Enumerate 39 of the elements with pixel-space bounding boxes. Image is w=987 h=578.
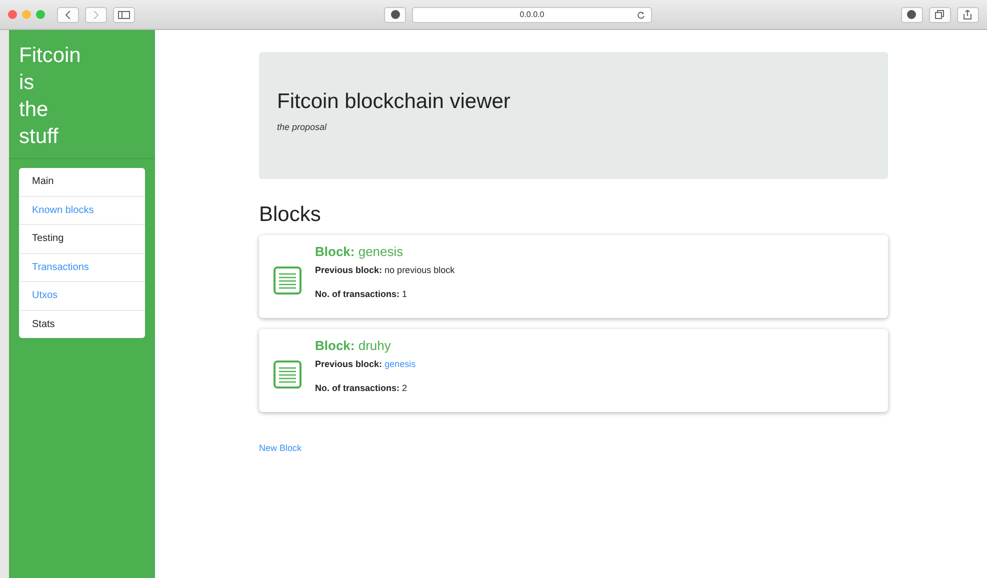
privacy-button[interactable] — [384, 6, 406, 22]
new-block-link[interactable]: New Block — [259, 443, 302, 453]
section-heading: Blocks — [259, 203, 322, 227]
tabs-icon — [935, 10, 944, 19]
previous-block-label: Previous block: — [315, 265, 382, 275]
block-title: Block: genesis — [315, 244, 404, 259]
nav-item[interactable]: Known blocks — [19, 196, 145, 224]
previous-block-value: no previous block — [384, 265, 455, 275]
nav-item[interactable]: Transactions — [19, 252, 145, 281]
document-icon — [273, 266, 302, 295]
reload-icon[interactable] — [636, 10, 645, 18]
share-icon — [963, 10, 972, 20]
back-button[interactable] — [57, 6, 79, 22]
site-title: stuff — [19, 124, 60, 150]
page-subtitle: the proposal — [277, 122, 328, 132]
document-icon — [273, 360, 302, 389]
nav-item[interactable]: Stats — [19, 310, 145, 338]
sidebar-icon — [118, 10, 130, 18]
chevron-right-icon — [93, 10, 99, 18]
block-title: Block: druhy — [315, 338, 392, 353]
share-button[interactable] — [956, 6, 979, 22]
nav-item[interactable]: Main — [19, 168, 145, 196]
site-title: the — [19, 97, 50, 123]
site-title: Fitcoin — [19, 43, 82, 69]
tabs-button[interactable] — [928, 6, 951, 22]
chevron-left-icon — [65, 10, 71, 18]
sidebar-button[interactable] — [113, 6, 135, 22]
transactions-label: No. of transactions: — [315, 383, 400, 393]
page-title: Fitcoin blockchain viewer — [277, 90, 512, 114]
nav-item[interactable]: Testing — [19, 224, 145, 252]
previous-block-link[interactable]: genesis — [384, 359, 416, 369]
transactions-label: No. of transactions: — [315, 289, 400, 299]
transactions-count: 1 — [402, 289, 408, 299]
nav-item[interactable]: Utxos — [19, 281, 145, 310]
address-field[interactable]: 0.0.0.0 — [412, 6, 652, 22]
site-title: is — [19, 70, 36, 96]
transactions-count: 2 — [402, 383, 408, 393]
previous-block-label: Previous block: — [315, 359, 382, 369]
download-button[interactable] — [900, 6, 923, 22]
